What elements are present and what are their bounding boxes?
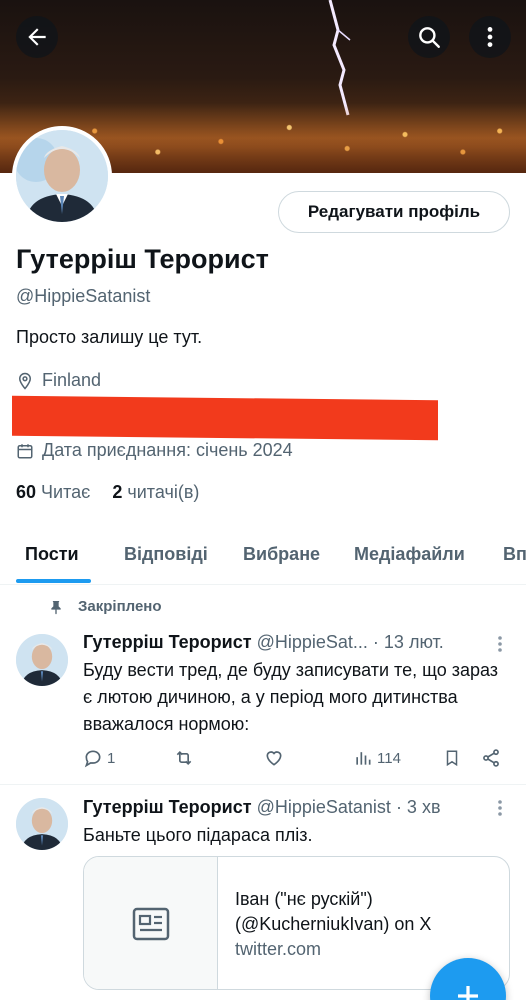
tab-media[interactable]: Медіафайли: [354, 544, 465, 565]
avatar-portrait-image: [16, 798, 68, 850]
post-avatar[interactable]: [16, 634, 68, 686]
post-header: Гутерріш Терорист @HippieSatanist · 3 хв: [83, 797, 493, 818]
repost-icon: [176, 750, 192, 766]
profile-avatar[interactable]: [12, 126, 112, 226]
post-header: Гутерріш Терорист @HippieSat... · 13 лют…: [83, 632, 483, 653]
arrow-left-icon: [28, 28, 46, 46]
link-card-title: Іван ("нє рускій") (@KucherniukIvan) on …: [235, 889, 432, 934]
post-avatar[interactable]: [16, 798, 68, 850]
pinned-indicator: Закріплено: [48, 598, 162, 615]
edit-profile-button[interactable]: Редагувати профіль: [278, 191, 510, 233]
like-button[interactable]: [263, 748, 285, 768]
more-vertical-icon: [498, 636, 502, 652]
active-tab-indicator: [16, 579, 91, 583]
more-vertical-icon: [498, 800, 502, 816]
heart-icon: [266, 751, 282, 766]
search-icon: [419, 27, 440, 48]
pinned-label: Закріплено: [78, 598, 162, 615]
pin-icon: [51, 600, 61, 614]
location-text: Finland: [42, 370, 102, 390]
search-button[interactable]: [408, 16, 450, 58]
calendar-icon: [17, 443, 33, 458]
post-more-button[interactable]: [492, 634, 508, 659]
profile-bio: Просто залишу це тут.: [16, 327, 203, 347]
profile-location: Finland: [16, 370, 101, 391]
reply-icon: [84, 750, 101, 768]
profile-tabs: Пости Відповіді Вибране Медіафайли Вп: [0, 530, 526, 585]
avatar-portrait-image: [16, 634, 68, 686]
link-card-body: Іван ("нє рускій") (@KucherniukIvan) on …: [235, 887, 495, 962]
reply-button[interactable]: 1: [83, 748, 115, 768]
following-link[interactable]: 60 Читає: [16, 482, 90, 503]
tab-likes-partial[interactable]: Вп: [503, 544, 526, 565]
post-author-handle[interactable]: @HippieSat...: [257, 632, 368, 652]
location-pin-icon: [18, 372, 32, 390]
redaction-bar: [12, 395, 438, 441]
profile-handle: @HippieSatanist: [16, 286, 151, 306]
tab-replies[interactable]: Відповіді: [124, 544, 208, 565]
joined-text: Дата приєднання: січень 2024: [42, 440, 293, 460]
profile-display-name: Гутерріш Терорист: [16, 244, 269, 274]
post-text: Буду вести тред, де буду записувати те, …: [83, 660, 499, 734]
post-author-name[interactable]: Гутерріш Терорист: [83, 632, 252, 652]
share-icon: [483, 749, 499, 767]
reply-count: 1: [107, 749, 116, 767]
lightning-bolt-image: [328, 0, 351, 116]
more-vertical-icon: [487, 27, 493, 47]
post-actions: 1 114: [83, 748, 508, 774]
post-text: Баньте цього підараса пліз.: [83, 825, 313, 845]
tab-posts[interactable]: Пости: [25, 544, 79, 565]
tab-highlights[interactable]: Вибране: [243, 544, 320, 565]
post-time[interactable]: · 13 лют.: [373, 632, 444, 652]
avatar-portrait-image: [16, 130, 108, 222]
followers-link[interactable]: 2 читачі(в): [112, 482, 199, 503]
follow-stats: 60 Читає 2 читачі(в): [16, 482, 199, 503]
plus-icon: [458, 986, 478, 1000]
link-card-domain: twitter.com: [235, 939, 322, 959]
back-button[interactable]: [16, 16, 58, 58]
views-count: 114: [377, 749, 401, 767]
article-icon: [132, 907, 169, 941]
repost-button[interactable]: [173, 748, 195, 768]
post-more-button[interactable]: [492, 798, 508, 823]
link-card-thumbnail: [84, 857, 218, 989]
views-chart-icon: [356, 752, 371, 765]
bookmark-button[interactable]: [443, 748, 461, 768]
profile-joined-date: Дата приєднання: січень 2024: [16, 440, 293, 461]
views-button[interactable]: 114: [353, 748, 401, 768]
post-author-name[interactable]: Гутерріш Терорист: [83, 797, 252, 817]
more-options-button[interactable]: [469, 16, 511, 58]
post-divider: [0, 784, 526, 785]
post-author-handle[interactable]: @HippieSatanist: [257, 797, 391, 817]
share-button[interactable]: [481, 748, 501, 768]
post-time[interactable]: · 3 хв: [396, 797, 441, 817]
bookmark-icon: [446, 750, 458, 767]
